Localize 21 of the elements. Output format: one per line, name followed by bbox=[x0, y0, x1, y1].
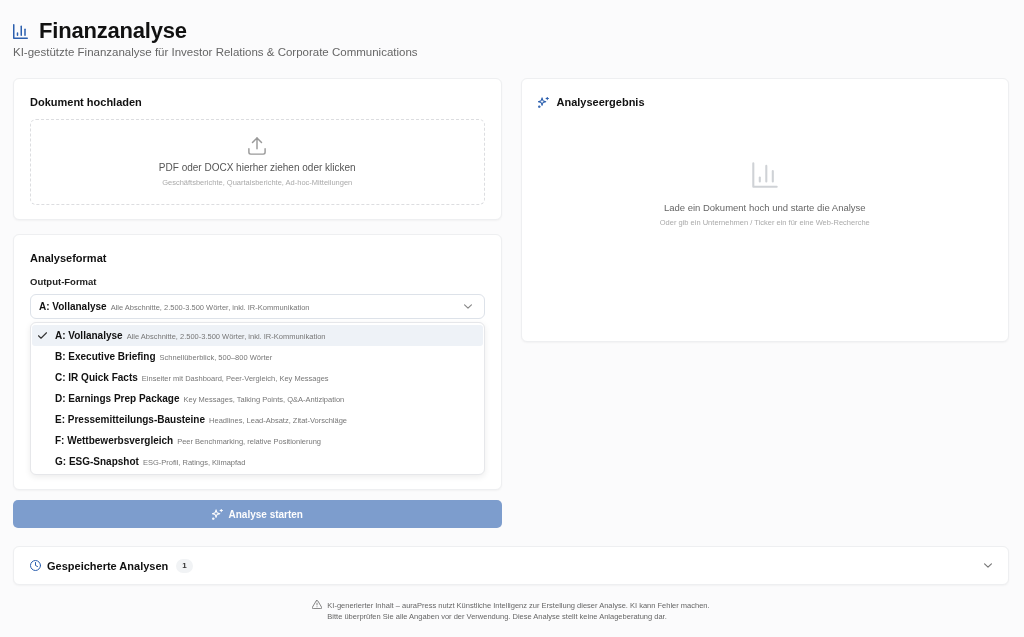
count-badge: 1 bbox=[176, 558, 193, 573]
bar-chart-icon bbox=[13, 23, 28, 39]
upload-icon bbox=[248, 136, 267, 155]
card-title: Dokument hochladen bbox=[30, 95, 143, 109]
panel-title: Gespeicherte Analysen bbox=[47, 558, 169, 573]
clock-icon bbox=[30, 560, 41, 571]
card-title: Analyseergebnis bbox=[556, 95, 645, 109]
sparkles-icon bbox=[537, 96, 549, 108]
bar-chart-icon bbox=[751, 162, 778, 188]
empty-state-text: Lade ein Dokument hoch und starte die Analyse bbox=[663, 202, 866, 214]
chevron-down-icon bbox=[463, 304, 472, 309]
check-icon bbox=[38, 332, 47, 339]
field-label: Output-Format bbox=[30, 276, 98, 288]
warning-icon bbox=[312, 600, 323, 609]
card-title: Analyseformat bbox=[30, 251, 108, 265]
page-title: Finanzanalyse bbox=[39, 18, 187, 44]
dropzone-text: PDF oder DOCX hierher ziehen oder klicken bbox=[158, 161, 356, 174]
chevron-down-icon bbox=[984, 563, 992, 568]
sparkles-icon bbox=[211, 508, 223, 520]
saved-analyses-panel[interactable]: Gespeicherte Analysen 1 bbox=[13, 546, 1009, 585]
page-subtitle: KI-gestützte Finanzanalyse für Investor Relations & Corporate Communications bbox=[13, 45, 419, 59]
